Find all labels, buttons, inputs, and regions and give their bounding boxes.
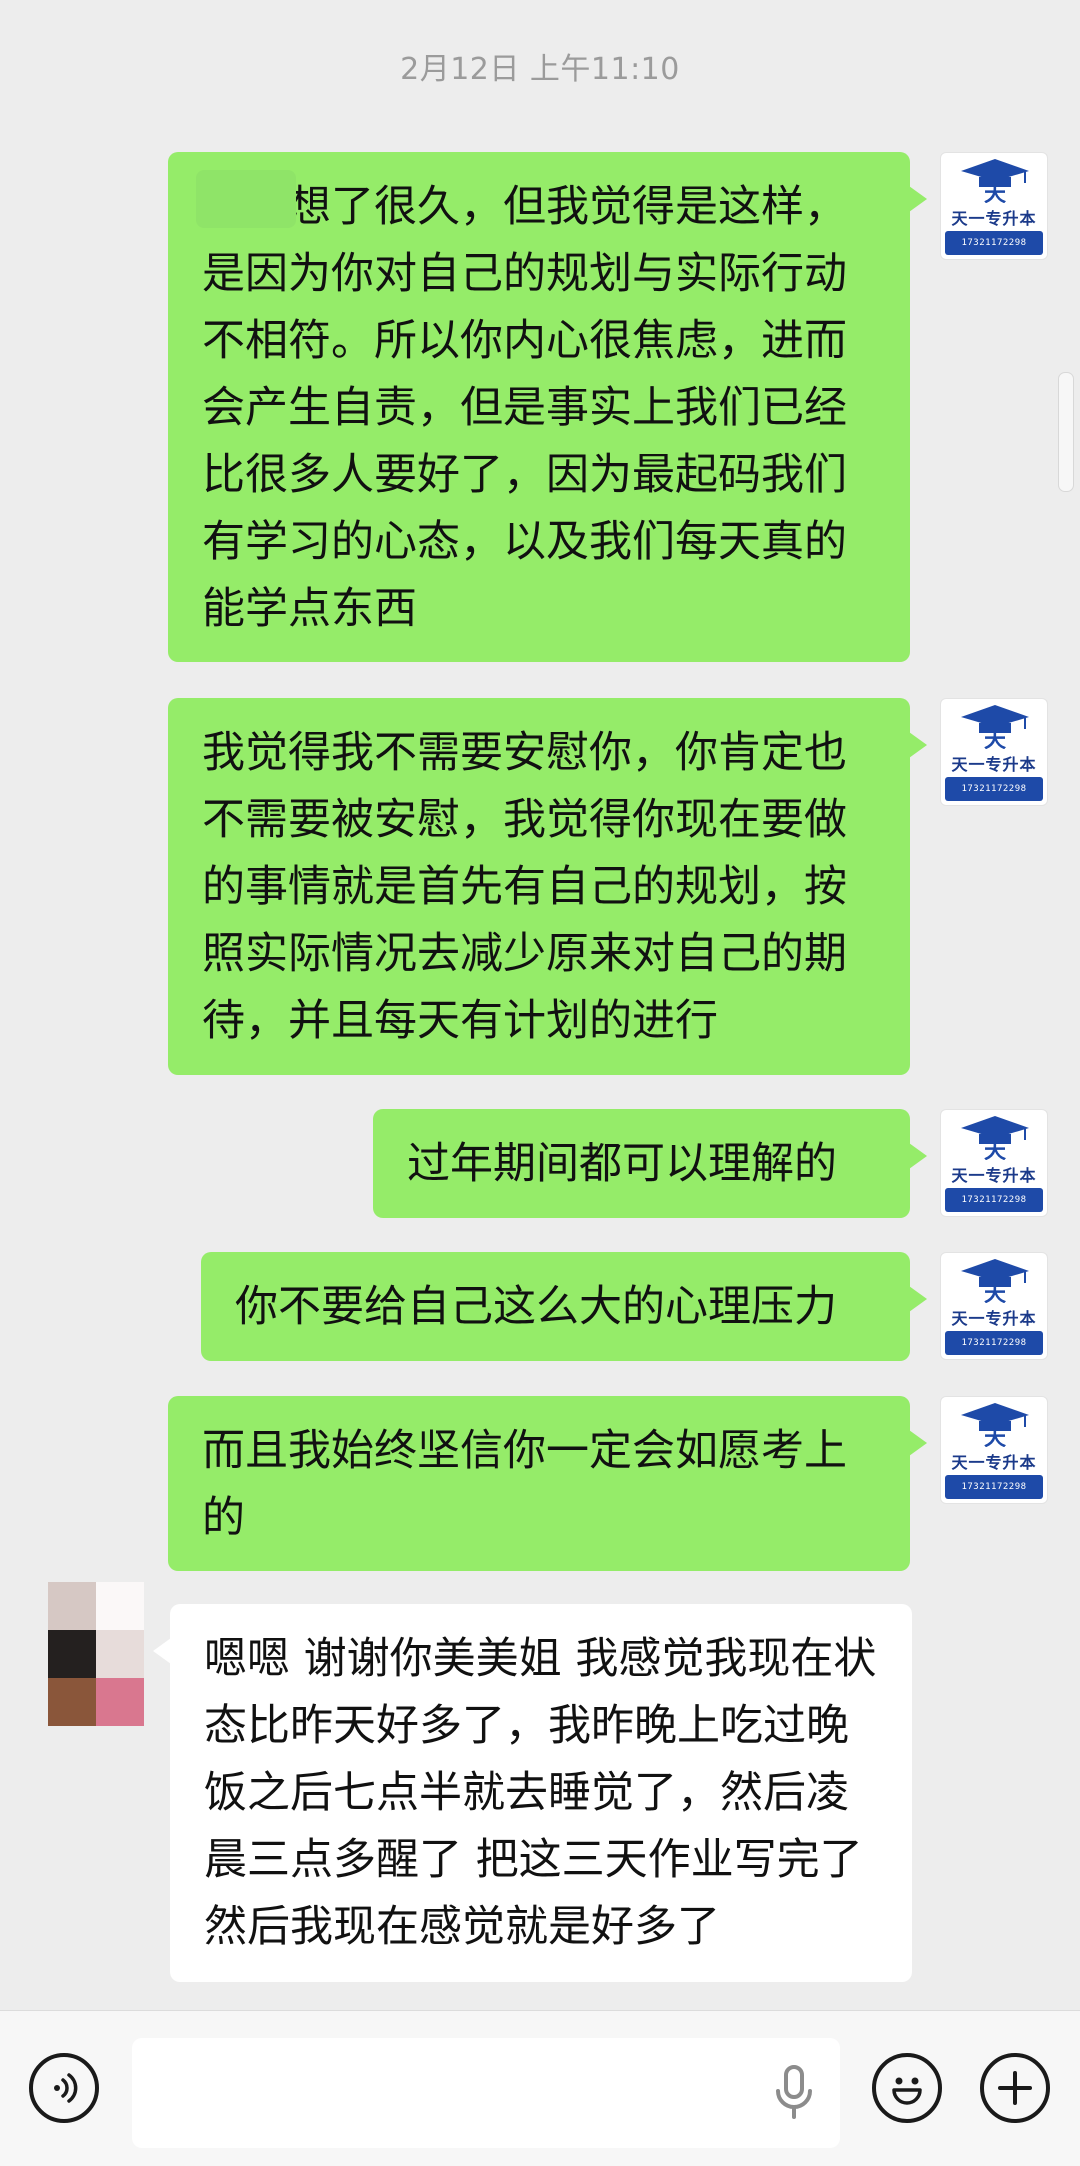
brand-name: 天一专升本 (951, 1309, 1037, 1328)
brand-name: 天一专升本 (951, 1166, 1037, 1185)
brand-phone: 17321172298 (961, 1338, 1027, 1348)
chat-area[interactable]: 2月12日 上午11:10 ，我想了很久，但我觉得是这样，是因为你对自己的规划与… (0, 0, 1080, 2010)
sent-message-bubble[interactable]: 过年期间都可以理解的 (373, 1109, 927, 1218)
sender-avatar[interactable]: 天 天一专升本 17321172298 (940, 1109, 1048, 1217)
microphone-button[interactable] (772, 2063, 816, 2123)
graduation-cap-logo-icon: 天 (961, 1116, 1029, 1160)
microphone-icon (776, 2065, 812, 2119)
svg-text:天: 天 (984, 1281, 1007, 1303)
sent-message-bubble[interactable]: 而且我始终坚信你一定会如愿考上的 (168, 1396, 927, 1571)
brand-name: 天一专升本 (951, 755, 1037, 774)
plus-icon (998, 2071, 1032, 2105)
message-input[interactable] (132, 2038, 840, 2148)
scrollbar-thumb[interactable] (1058, 372, 1074, 492)
sent-message-bubble[interactable]: ，我想了很久，但我觉得是这样，是因为你对自己的规划与实际行动不相符。所以你内心很… (168, 152, 927, 662)
svg-text:天: 天 (984, 181, 1007, 203)
redacted-name (196, 170, 296, 228)
sender-avatar[interactable]: 天 天一专升本 17321172298 (940, 1252, 1048, 1360)
message-timestamp: 2月12日 上午11:10 (400, 52, 680, 87)
voice-mode-icon (54, 2073, 78, 2103)
graduation-cap-logo-icon: 天 (961, 159, 1029, 203)
brand-name: 天一专升本 (951, 209, 1037, 228)
brand-phone: 17321172298 (961, 784, 1027, 794)
svg-text:天: 天 (984, 727, 1007, 749)
brand-name: 天一专升本 (951, 1453, 1037, 1472)
graduation-cap-logo-icon: 天 (961, 1403, 1029, 1447)
emoji-button[interactable] (872, 2053, 942, 2123)
more-options-button[interactable] (980, 2053, 1050, 2123)
voice-mode-button[interactable] (29, 2053, 99, 2123)
brand-phone: 17321172298 (961, 238, 1027, 248)
receiver-avatar-pixelated[interactable] (48, 1582, 144, 1726)
brand-phone: 17321172298 (961, 1482, 1027, 1492)
received-message-bubble[interactable]: 嗯嗯 谢谢你美美姐 我感觉我现在状态比昨天好多了，我昨晚上吃过晚饭之后七点半就去… (153, 1604, 912, 1982)
sender-avatar[interactable]: 天 天一专升本 17321172298 (940, 698, 1048, 806)
sender-avatar[interactable]: 天 天一专升本 17321172298 (940, 1396, 1048, 1504)
sent-message-bubble[interactable]: 我觉得我不需要安慰你，你肯定也不需要被安慰，我觉得你现在要做的事情就是首先有自己… (168, 698, 927, 1075)
emoji-icon (892, 2077, 922, 2105)
svg-text:天: 天 (984, 1425, 1007, 1447)
sent-message-bubble[interactable]: 你不要给自己这么大的心理压力 (201, 1252, 927, 1361)
svg-text:天: 天 (984, 1138, 1007, 1160)
graduation-cap-logo-icon: 天 (961, 705, 1029, 749)
graduation-cap-logo-icon: 天 (961, 1259, 1029, 1303)
message-input-bar (0, 2010, 1080, 2166)
sender-avatar[interactable]: 天 天一专升本 17321172298 (940, 152, 1048, 260)
brand-phone: 17321172298 (961, 1195, 1027, 1205)
